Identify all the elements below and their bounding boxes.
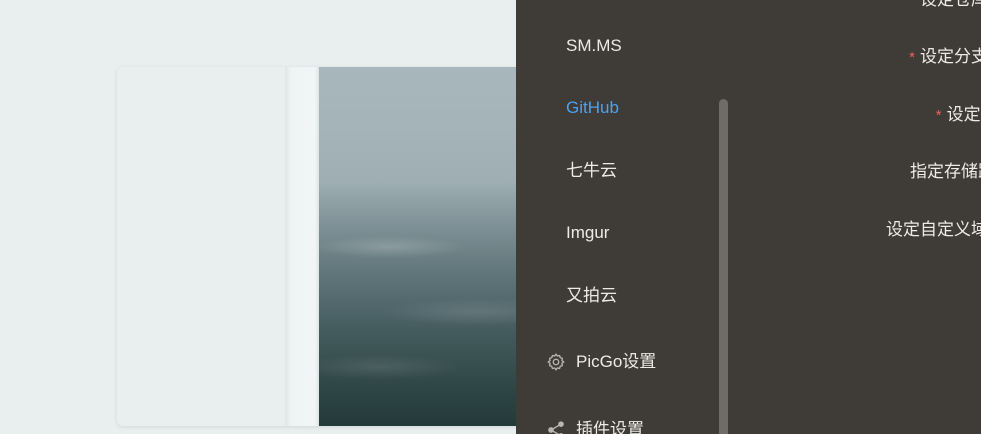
sidebar-item-imgur[interactable]: Imgur [566,223,609,243]
form-label-path-text: 指定存储路径 [910,162,981,181]
picgo-settings-panel: SM.MS GitHub 七牛云 Imgur 又拍云 PicGo设置 插件设置 … [516,0,981,434]
sidebar-scrollbar[interactable] [719,99,728,434]
required-mark: * [909,49,915,66]
sidebar-item-github[interactable]: GitHub [566,98,619,118]
form-label-token: *设定Token [936,105,981,126]
form-label-domain: 设定自定义域名 [886,220,981,240]
form-label-domain-text: 设定自定义域名 [886,220,981,239]
form-label-branch-text: 设定分支名 [920,47,981,66]
form-label-repo: 设定仓库名 [920,0,981,10]
ocean-background-image [319,67,547,426]
form-label-path: 指定存储路径 [910,162,981,182]
form-label-branch: * 设定分支名 [909,47,981,68]
background-window [117,67,547,426]
form-label-repo-text: 设定仓库名 [920,0,981,9]
sidebar: SM.MS GitHub 七牛云 Imgur 又拍云 PicGo设置 插件设置 [516,0,728,434]
menu-plugin-settings-label: 插件设置 [576,420,644,434]
sidebar-item-smms[interactable]: SM.MS [566,36,622,56]
menu-picgo-settings[interactable]: PicGo设置 [546,352,656,372]
window-divider [285,67,319,426]
form-label-token-text: 设定Token [946,105,981,124]
menu-picgo-settings-label: PicGo设置 [576,352,657,371]
sidebar-item-qiniu[interactable]: 七牛云 [566,161,617,181]
share-icon [546,420,566,434]
menu-plugin-settings[interactable]: 插件设置 [546,420,644,434]
required-mark: * [935,107,942,124]
sidebar-item-upyun[interactable]: 又拍云 [566,286,617,306]
gear-icon [546,352,566,372]
